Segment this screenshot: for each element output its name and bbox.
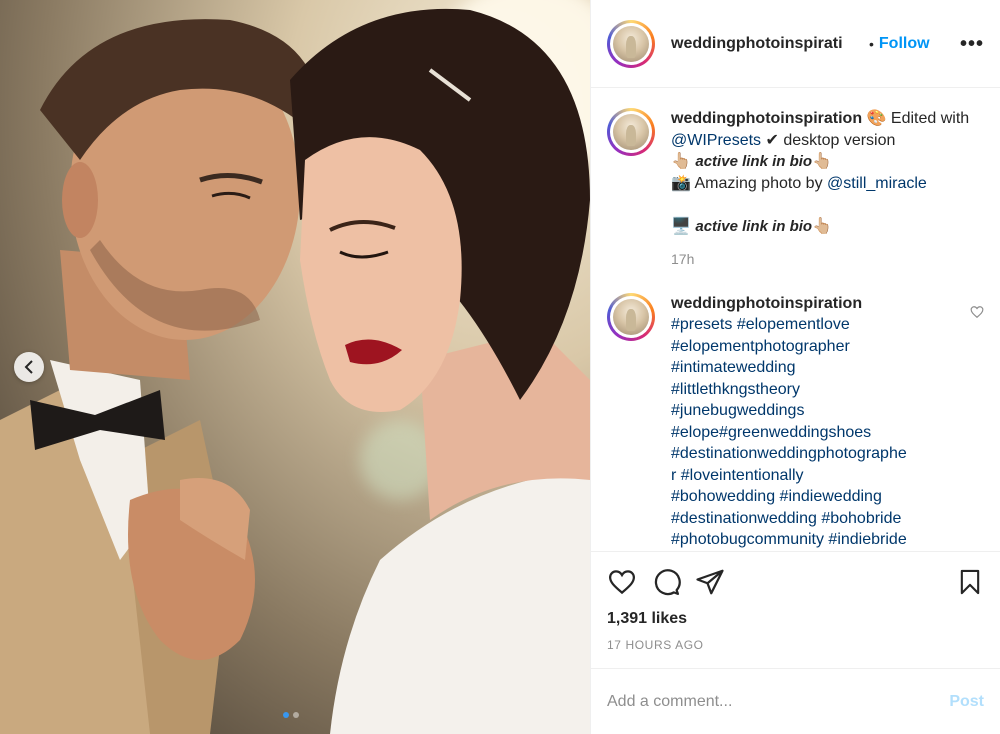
hashtag-line[interactable]: #destinationwedding #bohobride: [671, 508, 961, 530]
caption-text: Amazing photo by: [690, 174, 828, 192]
save-bookmark-icon[interactable]: [956, 567, 984, 597]
follow-button[interactable]: Follow: [879, 35, 930, 53]
post-timestamp[interactable]: 17 HOURS AGO: [607, 638, 984, 652]
post-photo[interactable]: [0, 0, 590, 734]
comment-input[interactable]: [607, 692, 950, 711]
carousel-dot: [293, 712, 299, 718]
point-up-emoji-icon: 👆🏼: [671, 153, 691, 170]
post-header: weddingphotoinspirati • Follow •••: [591, 0, 1000, 88]
couple-illustration: [0, 8, 590, 734]
add-comment-bar: Post: [591, 668, 1000, 734]
carousel-prev-button[interactable]: [14, 352, 44, 382]
post-actions: 1,391 likes 17 HOURS AGO: [591, 551, 1000, 668]
palette-emoji-icon: 🎨: [866, 110, 887, 127]
likes-count[interactable]: 1,391 likes: [607, 610, 984, 628]
comments-list[interactable]: weddingphotoinspiration 🎨 Edited with @W…: [591, 88, 1000, 551]
point-up-emoji-icon: 👆🏼: [812, 153, 832, 170]
header-username[interactable]: weddingphotoinspirati: [671, 35, 867, 53]
caption-username[interactable]: weddingphotoinspiration: [671, 110, 862, 127]
caption-time[interactable]: 17h: [671, 249, 984, 271]
instagram-post: weddingphotoinspirati • Follow ••• weddi…: [0, 0, 1000, 734]
hashtag-line[interactable]: #destinationweddingphotographe: [671, 443, 961, 465]
hashtag-line[interactable]: #elopementphotographer: [671, 336, 961, 358]
camera-emoji-icon: 📸: [671, 174, 691, 192]
mention-link[interactable]: @WIPresets: [671, 132, 761, 149]
avatar-image: [613, 298, 649, 335]
post-side-panel: weddingphotoinspirati • Follow ••• weddi…: [590, 0, 1000, 734]
computer-emoji-icon: 🖥️: [671, 217, 691, 235]
share-paper-plane-icon[interactable]: [695, 567, 725, 597]
like-heart-icon[interactable]: [607, 567, 637, 597]
avatar-image: [613, 25, 649, 62]
hashtag-line[interactable]: #photobugcommunity #indiebride: [671, 529, 961, 551]
check-emoji-icon: ✔: [765, 131, 779, 149]
hashtag-comment: weddingphotoinspiration #presets #elopem…: [607, 292, 984, 551]
hashtag-comment-body: weddingphotoinspiration #presets #elopem…: [671, 293, 961, 551]
point-up-emoji-icon: 👆🏼: [812, 217, 832, 235]
action-icons-row: [607, 564, 984, 600]
comment-bubble-icon[interactable]: [651, 567, 681, 597]
separator-dot: •: [869, 35, 874, 52]
post-comment-button[interactable]: Post: [949, 693, 984, 711]
avatar[interactable]: [607, 292, 655, 341]
hashtag-line[interactable]: r #loveintentionally: [671, 465, 961, 487]
hashtag-line[interactable]: #elope#greenweddingshoes: [671, 422, 961, 444]
hashtag-line[interactable]: #presets #elopementlove: [671, 314, 961, 336]
hashtag-line[interactable]: #bohowedding #indiewedding: [671, 486, 961, 508]
caption-body: weddingphotoinspiration 🎨 Edited with @W…: [671, 108, 984, 271]
avatar-image: [613, 114, 649, 150]
active-link-text: active link in bio: [695, 153, 813, 170]
comment-like-heart-icon[interactable]: [970, 305, 984, 319]
avatar[interactable]: [607, 19, 655, 68]
caption-text: desktop version: [778, 131, 896, 149]
more-options-icon[interactable]: •••: [960, 34, 984, 54]
avatar[interactable]: [607, 108, 655, 156]
carousel-dot: [283, 712, 289, 718]
comment-username[interactable]: weddingphotoinspiration: [671, 293, 961, 315]
hashtag-line[interactable]: #intimatewedding: [671, 357, 961, 379]
hashtag-line[interactable]: #littlethkngstheory: [671, 379, 961, 401]
hashtag-line[interactable]: #junebugweddings: [671, 400, 961, 422]
active-link-text: active link in bio: [695, 217, 813, 235]
caption-comment: weddingphotoinspiration 🎨 Edited with @W…: [607, 108, 984, 271]
caption-text: Edited with: [886, 110, 970, 127]
mention-link[interactable]: @still_miracle: [827, 175, 927, 192]
carousel-indicator: [283, 712, 299, 718]
chevron-left-icon: [24, 360, 33, 374]
